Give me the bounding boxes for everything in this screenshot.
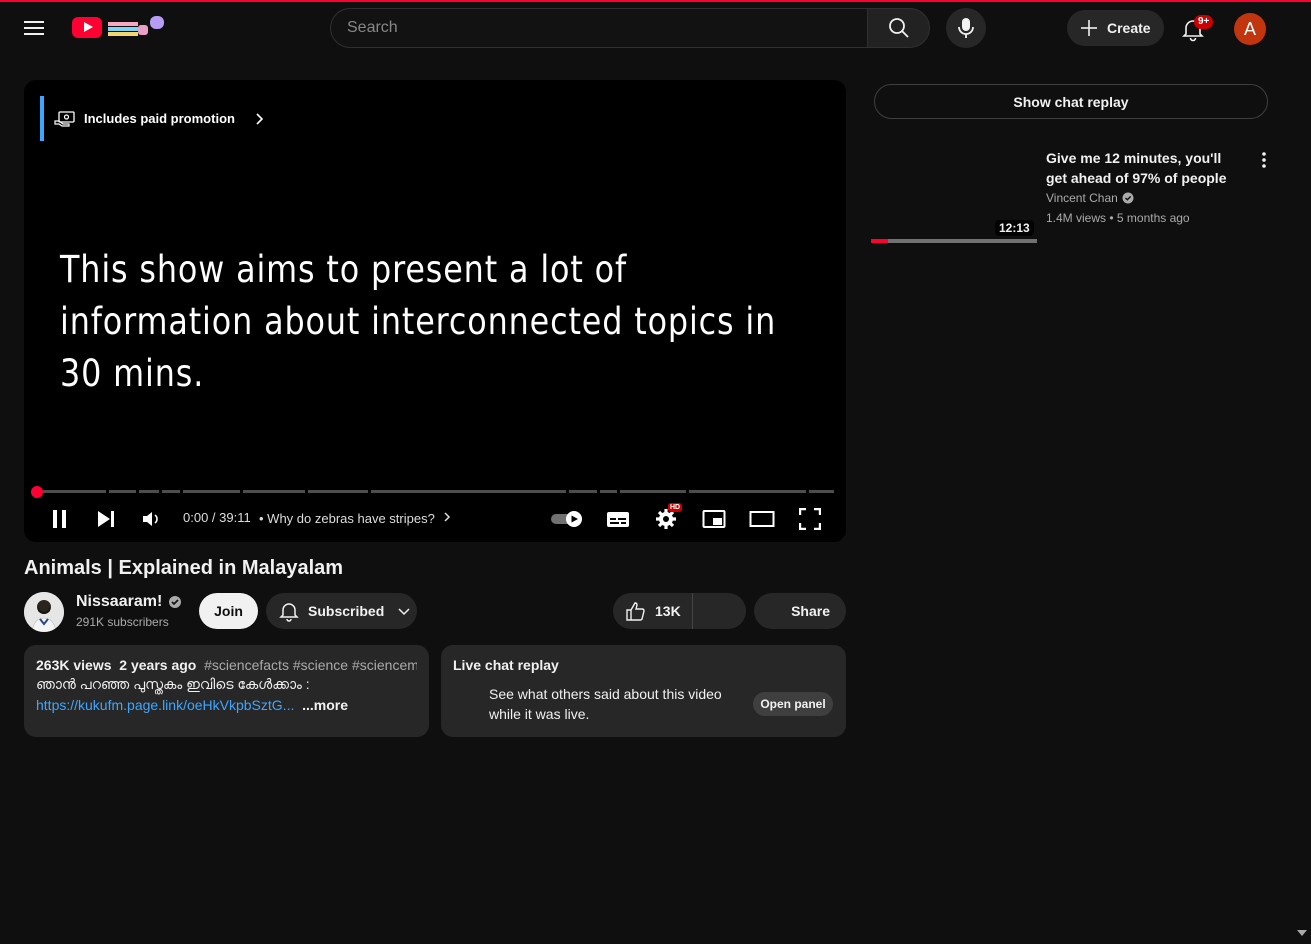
watch-progress-fill	[871, 239, 888, 243]
recommended-video[interactable]: 12:13 Give me 12 minutes, you'll get ahe…	[871, 145, 1271, 245]
channel-name: Nissaaram!	[76, 593, 163, 610]
pause-button[interactable]	[47, 506, 73, 532]
recommended-channel-name: Vincent Chan	[1046, 191, 1118, 205]
description-link[interactable]: https://kukufm.page.link/oeHkVkpbSztG...	[36, 697, 294, 713]
youtube-logo[interactable]	[72, 16, 164, 38]
show-chat-replay-button[interactable]: Show chat replay	[874, 84, 1268, 119]
theater-mode-button[interactable]	[749, 506, 775, 532]
chevron-right-icon	[444, 512, 451, 522]
create-button[interactable]: Create	[1067, 10, 1164, 46]
settings-button[interactable]: HD	[653, 503, 683, 532]
create-label: Create	[1107, 20, 1151, 36]
thumbs-up-icon	[626, 602, 645, 621]
autoplay-icon	[551, 511, 582, 527]
chevron-down-icon	[398, 608, 410, 616]
theater-mode-icon	[749, 511, 775, 527]
youtube-play-icon	[72, 16, 102, 38]
view-count: 263K views	[36, 657, 112, 673]
join-button[interactable]: Join	[199, 593, 258, 629]
skip-next-icon	[98, 511, 114, 527]
microphone-icon	[958, 18, 974, 38]
masthead: Create 9+ A	[0, 2, 1311, 54]
pause-icon	[53, 510, 66, 528]
search-input[interactable]	[347, 19, 851, 37]
share-button[interactable]: Share	[754, 593, 846, 629]
chapter-label: Why do zebras have stripes?	[267, 511, 435, 526]
paid-promotion-icon	[54, 110, 75, 127]
scroll-down-arrow-icon[interactable]	[1297, 930, 1307, 936]
fullscreen-button[interactable]	[797, 506, 823, 532]
open-panel-button[interactable]: Open panel	[753, 692, 833, 716]
chapter-separator: •	[259, 511, 268, 526]
subscribed-label: Subscribed	[308, 603, 385, 619]
subscribed-button[interactable]: Subscribed	[266, 593, 417, 629]
search-bar	[330, 8, 930, 48]
watch-progress-track	[871, 239, 1037, 243]
channel-name-link[interactable]: Nissaaram!	[76, 593, 182, 611]
like-button[interactable]: 13K	[613, 593, 693, 629]
autoplay-toggle[interactable]	[550, 506, 586, 532]
notification-count-badge: 9+	[1194, 15, 1214, 29]
account-avatar[interactable]: A	[1234, 13, 1266, 45]
hd-badge: HD	[668, 503, 683, 512]
more-actions-button[interactable]	[1256, 150, 1272, 170]
search-box	[330, 8, 867, 48]
description-meta: 263K views 2 years ago #sciencefacts #sc…	[36, 657, 417, 673]
subtitles-icon	[607, 512, 629, 527]
chapter-title[interactable]: • Why do zebras have stripes?	[259, 511, 453, 526]
live-chat-heading: Live chat replay	[453, 657, 559, 673]
recommended-video-meta: 1.4M views • 5 months ago	[1046, 211, 1190, 225]
volume-icon	[143, 512, 158, 526]
kebab-menu-icon	[1262, 152, 1266, 168]
hashtags[interactable]: #sciencefacts #science #sciencem	[204, 657, 417, 673]
like-count: 13K	[655, 603, 681, 619]
search-icon	[888, 18, 909, 38]
upload-date: 2 years ago	[119, 657, 197, 673]
subtitles-button[interactable]	[605, 506, 631, 532]
live-chat-description: See what others said about this video wh…	[489, 686, 722, 722]
recommended-video-title[interactable]: Give me 12 minutes, you'll get ahead of …	[1046, 148, 1246, 188]
channel-avatar[interactable]	[24, 592, 64, 632]
video-duration: 12:13	[995, 220, 1034, 236]
description-box[interactable]: 263K views 2 years ago #sciencefacts #sc…	[24, 645, 429, 737]
video-player[interactable]: Includes paid promotion This show aims t…	[24, 80, 846, 542]
like-dislike-group: 13K	[613, 593, 746, 629]
fullscreen-icon	[799, 508, 821, 530]
paid-promotion-label: Includes paid promotion	[84, 111, 235, 126]
subscriber-count: 291K subscribers	[76, 615, 169, 629]
voice-search-button[interactable]	[946, 8, 986, 48]
live-chat-replay-card: Live chat replay See what others said ab…	[441, 645, 846, 737]
chevron-right-icon	[256, 112, 264, 125]
time-display: 0:00 / 39:11	[183, 510, 251, 525]
description-link-line: https://kukufm.page.link/oeHkVkpbSztG...…	[36, 697, 417, 713]
mute-button[interactable]	[138, 506, 164, 532]
verified-icon	[1122, 192, 1134, 204]
search-button[interactable]	[867, 8, 930, 48]
verified-icon	[169, 596, 182, 608]
doodle-image	[106, 16, 164, 38]
miniplayer-icon	[702, 510, 726, 528]
player-controls: 0:00 / 39:11 • Why do zebras have stripe…	[24, 500, 846, 536]
video-frame-text: This show aims to present a lot of infor…	[60, 248, 777, 395]
bell-icon	[279, 603, 299, 622]
paid-promotion-notice[interactable]: Includes paid promotion	[40, 96, 267, 141]
progress-scrubber[interactable]	[31, 486, 43, 498]
channel-avatar-image	[24, 592, 64, 632]
plus-icon	[1081, 20, 1097, 36]
miniplayer-button[interactable]	[701, 506, 727, 532]
menu-icon[interactable]	[24, 18, 48, 38]
recommended-channel[interactable]: Vincent Chan	[1046, 191, 1134, 205]
video-title: Animals | Explained in Malayalam	[24, 557, 344, 579]
progress-bar[interactable]	[36, 490, 834, 493]
dislike-button[interactable]	[693, 593, 746, 629]
show-more-button[interactable]: ...more	[302, 697, 348, 713]
description-text: ഞാൻ പറഞ്ഞ പുസ്തകം ഇവിടെ കേൾക്കാം :	[36, 676, 310, 692]
next-button[interactable]	[93, 506, 119, 532]
